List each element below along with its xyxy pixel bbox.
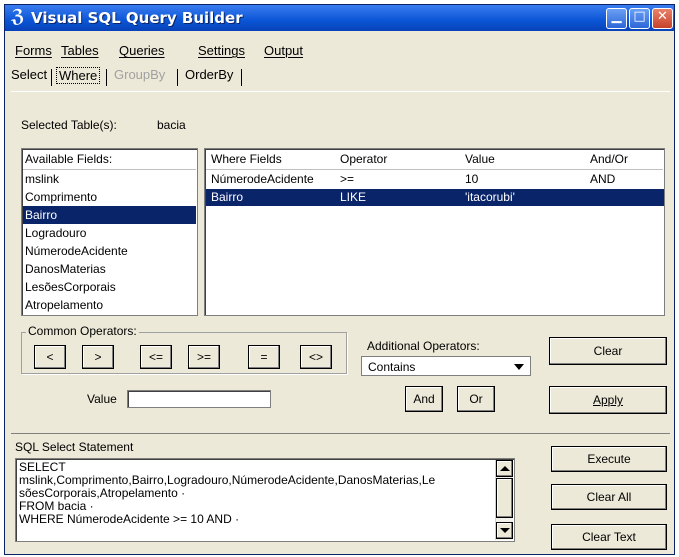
table-cell: AND: [590, 172, 616, 186]
list-item[interactable]: Logradouro: [23, 224, 196, 242]
column-header-value[interactable]: Value: [465, 152, 495, 166]
clear-button[interactable]: Clear: [549, 337, 667, 365]
sql-logo-icon: ℨ: [11, 6, 25, 27]
title-bar[interactable]: ℨ Visual SQL Query Builder ▁ □ ✕: [5, 5, 674, 31]
clear-all-button-label: Clear All: [586, 490, 632, 504]
menu-forms[interactable]: Forms: [15, 43, 52, 58]
window-title: Visual SQL Query Builder: [31, 9, 243, 27]
operator-neq-button[interactable]: <>: [300, 345, 332, 369]
operator-eq-button[interactable]: =: [248, 345, 280, 369]
clear-all-button[interactable]: Clear All: [551, 484, 667, 510]
clear-text-button-label: Clear Text: [582, 530, 636, 544]
list-item[interactable]: Atropelamento: [23, 296, 196, 314]
tab-groupby[interactable]: GroupBy: [114, 67, 165, 82]
tab-orderby[interactable]: OrderBy: [185, 67, 233, 82]
additional-operators-label: Additional Operators:: [367, 339, 480, 353]
list-item[interactable]: NúmerodeAcidente: [23, 242, 196, 260]
table-cell: 'itacorubi': [465, 190, 515, 204]
list-item-selected[interactable]: Bairro: [23, 206, 196, 224]
column-header-operator[interactable]: Operator: [340, 152, 387, 166]
sql-statement-panel: SQL Select Statement SELECT mslink,Compr…: [11, 433, 670, 554]
chevron-down-icon: [514, 364, 524, 370]
apply-button[interactable]: Apply: [549, 386, 667, 414]
operator-lt-button[interactable]: <: [34, 345, 66, 369]
close-button[interactable]: ✕: [652, 8, 673, 29]
where-panel: Selected Table(s): bacia Available Field…: [11, 91, 670, 430]
menu-output[interactable]: Output: [264, 43, 303, 58]
or-button[interactable]: Or: [457, 386, 495, 412]
value-label: Value: [87, 392, 117, 406]
maximize-button[interactable]: □: [629, 8, 650, 29]
list-item[interactable]: Comprimento: [23, 188, 196, 206]
tab-select[interactable]: Select: [11, 67, 47, 82]
menu-tables[interactable]: Tables: [61, 43, 99, 58]
sql-statement-title: SQL Select Statement: [15, 440, 134, 454]
clear-text-button[interactable]: Clear Text: [551, 524, 667, 550]
main-window: ℨ Visual SQL Query Builder ▁ □ ✕ Forms T…: [4, 4, 675, 555]
tab-where[interactable]: Where: [56, 67, 101, 84]
operator-gte-button[interactable]: >=: [188, 345, 220, 369]
tab-divider: [106, 69, 107, 86]
vertical-scrollbar[interactable]: [495, 460, 513, 540]
selected-tables-value: bacia: [157, 118, 186, 132]
list-item[interactable]: mslink: [23, 170, 196, 188]
scroll-down-icon: [500, 528, 510, 533]
table-divider: [206, 169, 663, 170]
operator-gt-button[interactable]: >: [82, 345, 114, 369]
table-cell: 10: [465, 172, 479, 186]
column-header-and-or[interactable]: And/Or: [590, 152, 628, 166]
common-operators-title: Common Operators:: [26, 324, 139, 338]
apply-button-label: Apply: [592, 393, 624, 407]
tab-divider: [241, 69, 242, 86]
execute-button[interactable]: Execute: [551, 446, 667, 472]
list-item[interactable]: LesõesCorporais: [23, 278, 196, 296]
table-cell: NúmerodeAcidente: [211, 172, 314, 186]
close-icon: ✕: [657, 9, 668, 24]
where-fields-table[interactable]: Where Fields Operator Value And/Or Númer…: [204, 148, 665, 316]
scroll-down-button[interactable]: [496, 522, 513, 539]
operator-lte-button[interactable]: <=: [140, 345, 172, 369]
additional-operators-select[interactable]: Contains: [361, 356, 531, 376]
table-row[interactable]: NúmerodeAcidente >= 10 AND: [206, 171, 664, 188]
value-input[interactable]: [127, 390, 271, 408]
scroll-thumb[interactable]: [496, 478, 513, 518]
minimize-button[interactable]: ▁: [606, 8, 627, 29]
selected-tables-label: Selected Table(s):: [21, 118, 117, 132]
minimize-icon: ▁: [611, 9, 622, 24]
menu-settings[interactable]: Settings: [198, 43, 245, 58]
sql-statement-textarea[interactable]: SELECT mslink,Comprimento,Bairro,Logrado…: [15, 458, 515, 542]
table-cell: Bairro: [211, 190, 244, 204]
table-cell: LIKE: [340, 190, 367, 204]
table-cell: >=: [340, 172, 355, 186]
clear-button-label: Clear: [593, 344, 623, 358]
maximize-icon: □: [633, 9, 646, 24]
tab-divider: [51, 69, 52, 86]
execute-button-label: Execute: [587, 452, 631, 466]
available-fields-header: Available Fields:: [25, 152, 113, 166]
table-row-selected[interactable]: Bairro LIKE 'itacorubi': [206, 189, 664, 206]
scroll-up-button[interactable]: [496, 460, 513, 477]
menu-queries[interactable]: Queries: [119, 43, 165, 58]
and-button[interactable]: And: [405, 386, 443, 412]
scroll-up-icon: [500, 466, 510, 471]
common-operators-group: Common Operators: < > <= >= = <>: [21, 324, 347, 374]
list-item[interactable]: DanosMaterias: [23, 260, 196, 278]
available-fields-list[interactable]: Available Fields: mslink Comprimento Bai…: [21, 148, 198, 316]
additional-operators-value: Contains: [368, 360, 416, 374]
tab-divider: [177, 69, 178, 86]
column-header-where-fields[interactable]: Where Fields: [211, 152, 282, 166]
sql-line: WHERE NúmerodeAcidente >= 10 AND ·: [19, 512, 240, 526]
